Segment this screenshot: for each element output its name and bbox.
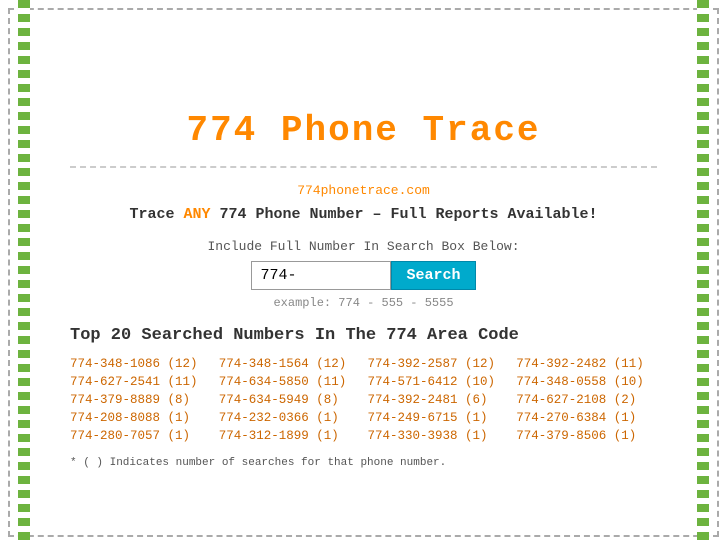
number-link[interactable]: 774-392-2482 (11) bbox=[516, 357, 657, 371]
search-button[interactable]: Search bbox=[391, 261, 475, 290]
number-link[interactable]: 774-348-0558 (10) bbox=[516, 375, 657, 389]
number-link[interactable]: 774-634-5850 (11) bbox=[219, 375, 360, 389]
page-title: 774 Phone Trace bbox=[70, 90, 657, 161]
tagline-suffix: 774 Phone Number – Full Reports Availabl… bbox=[210, 206, 597, 223]
number-link[interactable]: 774-348-1086 (12) bbox=[70, 357, 211, 371]
top-divider bbox=[70, 166, 657, 168]
number-link[interactable]: 774-379-8506 (1) bbox=[516, 429, 657, 443]
number-link[interactable]: 774-312-1899 (1) bbox=[219, 429, 360, 443]
numbers-grid: 774-348-1086 (12) 774-348-1564 (12) 774-39… bbox=[70, 357, 657, 443]
number-link[interactable]: 774-392-2481 (6) bbox=[368, 393, 509, 407]
number-link[interactable]: 774-330-3938 (1) bbox=[368, 429, 509, 443]
right-border-decoration bbox=[697, 0, 709, 545]
search-row: Search bbox=[70, 261, 657, 290]
tagline-any: ANY bbox=[183, 206, 210, 223]
left-border-decoration bbox=[18, 0, 30, 545]
number-link[interactable]: 774-379-8889 (8) bbox=[70, 393, 211, 407]
top-numbers-title: Top 20 Searched Numbers In The 774 Area … bbox=[70, 326, 657, 345]
number-link[interactable]: 774-208-8088 (1) bbox=[70, 411, 211, 425]
search-label: Include Full Number In Search Box Below: bbox=[70, 239, 657, 254]
number-link[interactable]: 774-270-6384 (1) bbox=[516, 411, 657, 425]
number-link[interactable]: 774-249-6715 (1) bbox=[368, 411, 509, 425]
site-url: 774phonetrace.com bbox=[70, 183, 657, 198]
number-link[interactable]: 774-571-6412 (10) bbox=[368, 375, 509, 389]
number-link[interactable]: 774-280-7057 (1) bbox=[70, 429, 211, 443]
number-link[interactable]: 774-392-2587 (12) bbox=[368, 357, 509, 371]
number-link[interactable]: 774-627-2541 (11) bbox=[70, 375, 211, 389]
tagline-prefix: Trace bbox=[129, 206, 183, 223]
number-link[interactable]: 774-232-0366 (1) bbox=[219, 411, 360, 425]
number-link[interactable]: 774-627-2108 (2) bbox=[516, 393, 657, 407]
number-link[interactable]: 774-634-5949 (8) bbox=[219, 393, 360, 407]
search-example: example: 774 - 555 - 5555 bbox=[70, 296, 657, 310]
search-input[interactable] bbox=[251, 261, 391, 290]
tagline: Trace ANY 774 Phone Number – Full Report… bbox=[70, 206, 657, 223]
number-link[interactable]: 774-348-1564 (12) bbox=[219, 357, 360, 371]
footnote: * ( ) Indicates number of searches for t… bbox=[70, 457, 657, 469]
